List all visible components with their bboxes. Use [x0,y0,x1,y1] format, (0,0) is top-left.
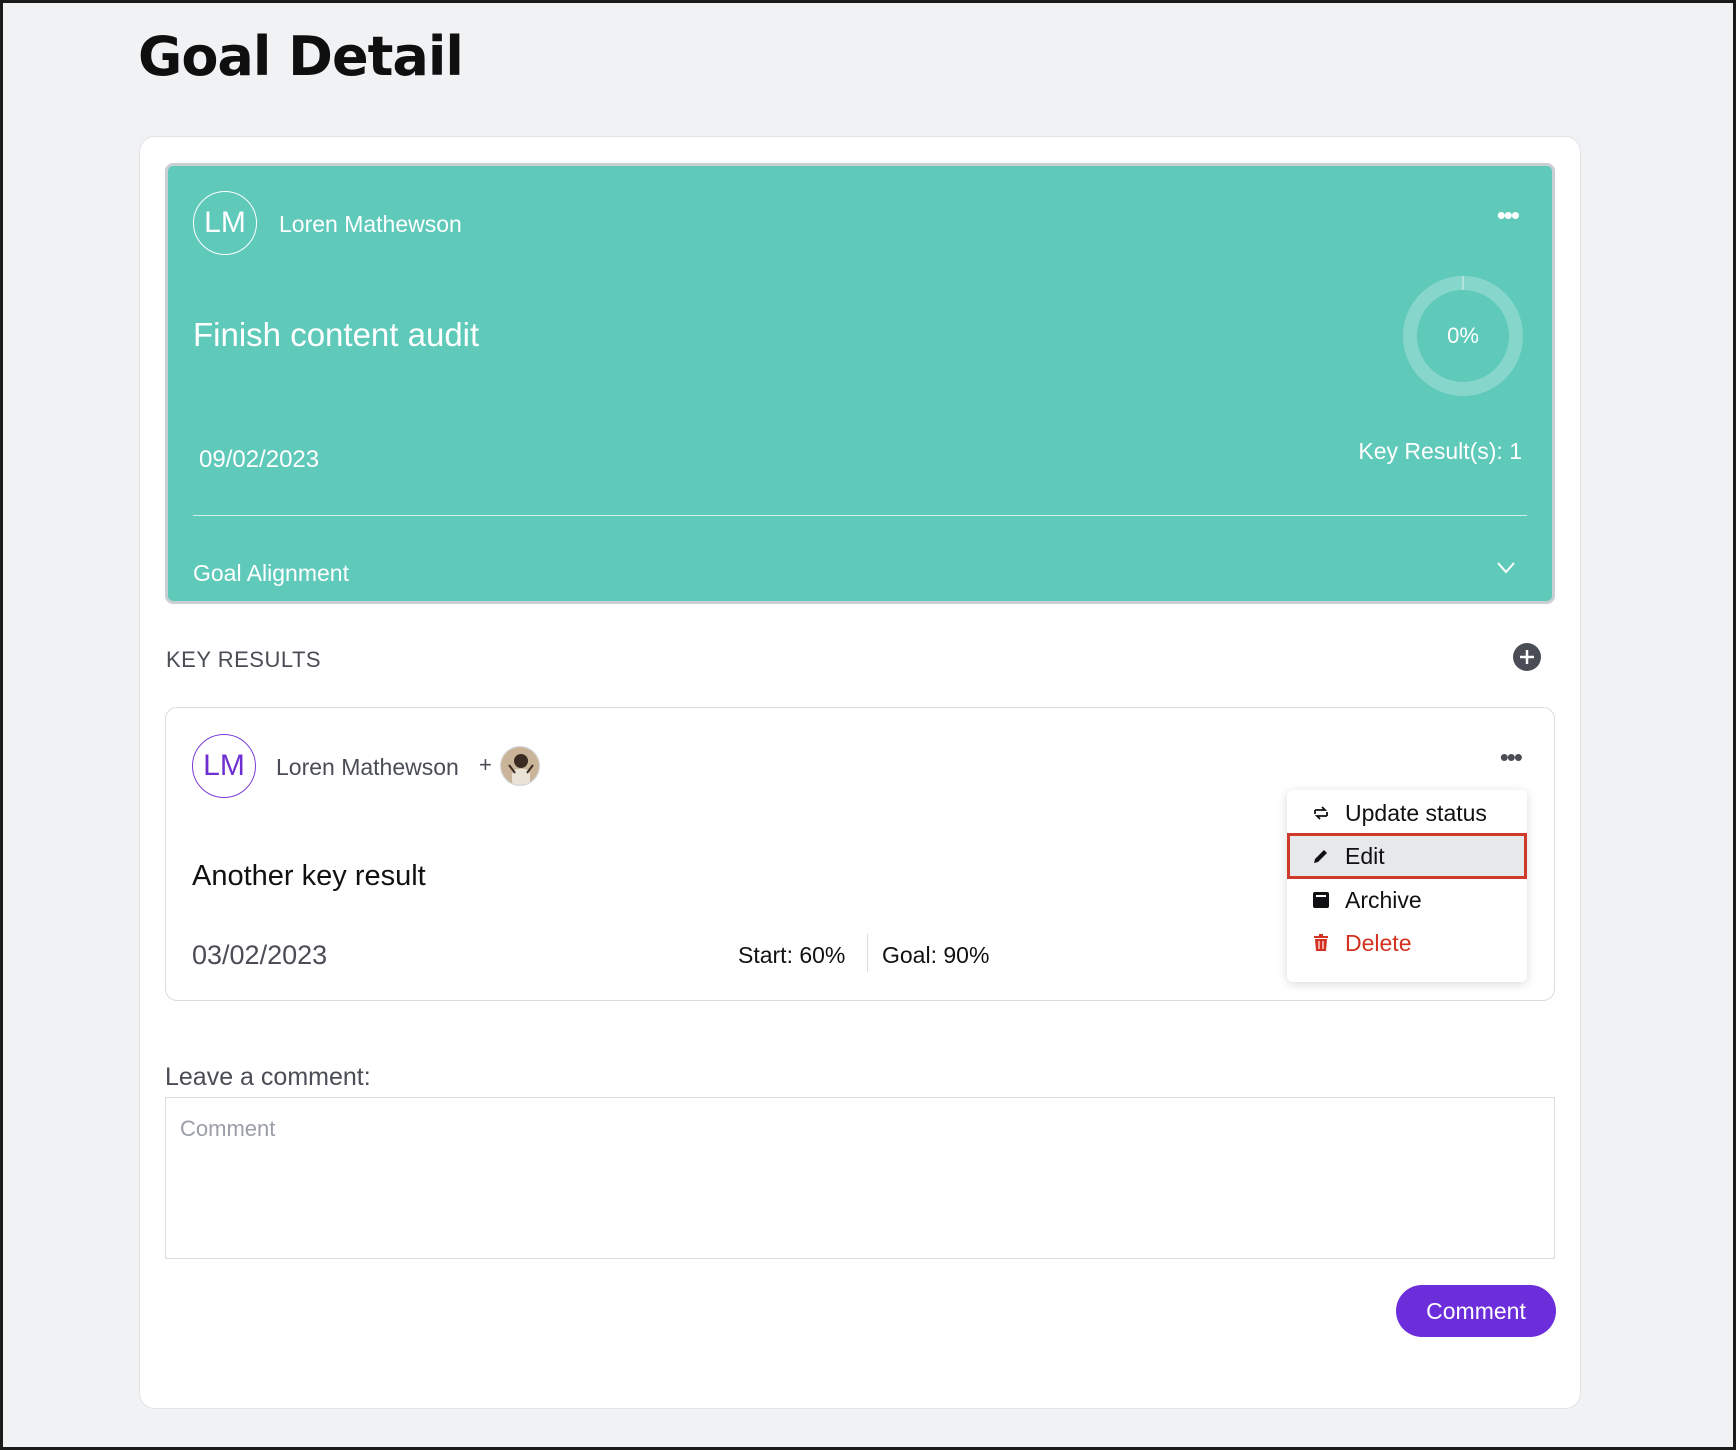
key-result-date: 03/02/2023 [192,940,328,970]
key-result-start: Start: 60% [738,942,846,968]
menu-item-label: Archive [1345,886,1422,913]
goal-detail-card: LM Loren Mathewson ••• Finish content au… [139,136,1581,1409]
more-options-icon[interactable]: ••• [1497,202,1520,228]
more-options-icon[interactable]: ••• [1500,744,1523,770]
page-title: Goal Detail [138,25,464,88]
menu-item-label: Delete [1345,929,1412,956]
avatar: LM [192,734,256,798]
key-result-title: Another key result [192,860,426,892]
key-result-context-menu: Update status Edit Archive Delete [1287,790,1527,982]
divider [867,934,868,972]
collaborator-avatar [500,746,540,786]
plus-separator: + [479,752,492,777]
key-result-owner-name: Loren Mathewson [276,754,459,780]
key-results-count: Key Result(s): 1 [1358,438,1522,464]
goal-summary-card: LM Loren Mathewson ••• Finish content au… [165,163,1555,604]
goal-due-date: 09/02/2023 [199,446,320,473]
add-key-result-icon[interactable] [1512,642,1542,672]
archive-icon [1313,892,1329,908]
collaborator-photo-icon [501,747,539,785]
key-result-goal: Goal: 90% [882,942,990,968]
menu-item-delete[interactable]: Delete [1287,920,1527,966]
comment-submit-button[interactable]: Comment [1396,1285,1556,1337]
menu-item-edit[interactable]: Edit [1287,833,1527,879]
menu-item-update-status[interactable]: Update status [1287,790,1527,836]
key-results-heading: KEY RESULTS [166,647,322,672]
pencil-icon [1314,850,1327,863]
goal-alignment-toggle[interactable]: Goal Alignment [193,560,349,587]
comment-input[interactable] [165,1097,1555,1259]
refresh-icon [1314,806,1328,820]
goal-owner-name: Loren Mathewson [279,211,462,237]
comment-label: Leave a comment: [165,1063,371,1091]
progress-label: 0% [1447,323,1479,348]
trash-icon [1314,934,1328,951]
progress-ring: 0% [1402,275,1524,397]
app-frame: Goal Detail LM Loren Mathewson ••• Finis… [0,0,1736,1450]
chevron-down-icon[interactable] [1495,556,1517,578]
divider [193,515,1527,516]
menu-item-label: Update status [1345,799,1487,826]
menu-item-archive[interactable]: Archive [1287,877,1527,923]
goal-title: Finish content audit [193,316,480,353]
menu-item-label: Edit [1345,842,1385,869]
avatar: LM [193,191,257,255]
